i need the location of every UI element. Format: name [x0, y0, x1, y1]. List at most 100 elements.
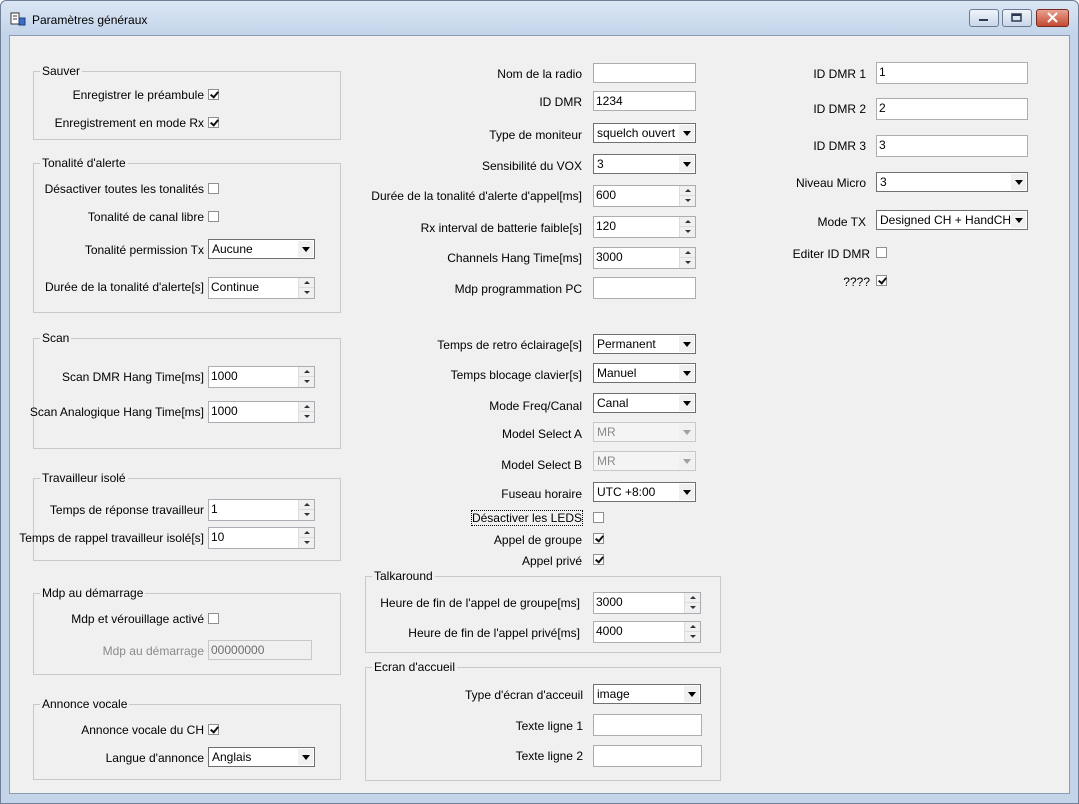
dmr-id3-label: ID DMR 3: [813, 139, 866, 153]
splash-type-dropdown[interactable]: image: [593, 684, 701, 704]
spin-up-icon[interactable]: [298, 402, 314, 412]
spin-up-icon[interactable]: [298, 528, 314, 538]
group-title: Annonce vocale: [40, 697, 130, 711]
monitor-type-dropdown[interactable]: squelch ouvert: [593, 123, 696, 143]
free-channel-tone-checkbox[interactable]: [208, 211, 219, 222]
tx-mode-dropdown[interactable]: Designed CH + HandCH: [876, 210, 1028, 230]
minimize-button[interactable]: [969, 9, 999, 27]
alert-duration-spinner[interactable]: Continue: [208, 277, 315, 299]
title-bar[interactable]: Paramètres généraux: [1, 1, 1078, 35]
model-a-dropdown[interactable]: MR: [593, 422, 696, 442]
maximize-button[interactable]: [1002, 9, 1032, 27]
group-call-checkbox[interactable]: [593, 533, 604, 544]
scan-analog-spinner[interactable]: 1000: [208, 401, 315, 423]
spin-up-icon[interactable]: [679, 248, 695, 258]
spin-down-icon[interactable]: [298, 510, 314, 520]
disable-tones-checkbox[interactable]: [208, 183, 219, 194]
voice-lang-dropdown[interactable]: Anglais: [208, 747, 315, 767]
pc-pwd-input[interactable]: [593, 277, 696, 299]
spin-down-icon[interactable]: [298, 377, 314, 387]
disable-leds-checkbox[interactable]: [593, 512, 604, 523]
radio-name-input[interactable]: [593, 63, 696, 83]
alert-duration-value: Continue: [211, 280, 260, 294]
scan-dmr-spinner[interactable]: 1000: [208, 366, 315, 388]
chevron-down-icon: [679, 156, 694, 172]
private-call-end-spinner[interactable]: 4000: [593, 621, 701, 643]
group-sauver: Sauver Enregistrer le préambule Enregist…: [33, 64, 341, 140]
monitor-type-value: squelch ouvert: [597, 126, 676, 140]
spin-down-icon[interactable]: [298, 288, 314, 298]
model-b-dropdown[interactable]: MR: [593, 451, 696, 471]
spin-down-icon[interactable]: [298, 412, 314, 422]
spin-down-icon[interactable]: [684, 603, 700, 613]
startup-pwd-label: Mdp au démarrage: [102, 644, 204, 658]
chevron-down-icon: [679, 453, 694, 469]
group-title: Scan: [40, 331, 72, 345]
worker-response-label: Temps de réponse travailleur: [49, 503, 204, 517]
chevron-down-icon: [679, 395, 694, 411]
timezone-label: Fuseau horaire: [501, 487, 582, 501]
chevron-down-icon: [679, 365, 694, 381]
unknown-option-checkbox[interactable]: [876, 275, 887, 286]
dmr-id3-input[interactable]: 3: [876, 135, 1028, 157]
worker-response-spinner[interactable]: 1: [208, 499, 315, 521]
dmr-id1-input[interactable]: 1: [876, 62, 1028, 84]
channel-hang-spinner[interactable]: 3000: [593, 247, 696, 269]
vox-sensitivity-dropdown[interactable]: 3: [593, 154, 696, 174]
rx-record-checkbox[interactable]: [208, 117, 219, 128]
mic-level-dropdown[interactable]: 3: [876, 172, 1028, 192]
spin-up-icon[interactable]: [298, 500, 314, 510]
keylock-value: Manuel: [597, 366, 637, 380]
call-tone-duration-spinner[interactable]: 600: [593, 185, 696, 207]
dmr-id2-input[interactable]: 2: [876, 98, 1028, 120]
spin-up-icon[interactable]: [679, 186, 695, 196]
backlight-dropdown[interactable]: Permanent: [593, 334, 696, 354]
startup-pwd-input[interactable]: 00000000: [208, 640, 312, 660]
tx-permit-tone-value: Aucune: [212, 242, 253, 256]
keylock-dropdown[interactable]: Manuel: [593, 363, 696, 383]
scan-analog-value: 1000: [211, 404, 238, 418]
worker-reminder-label: Temps de rappel travailleur isolé[s]: [19, 531, 204, 545]
spin-up-icon[interactable]: [684, 593, 700, 603]
chevron-down-icon: [1011, 212, 1026, 228]
free-channel-tone-label: Tonalité de canal libre: [87, 210, 204, 224]
freq-mode-dropdown[interactable]: Canal: [593, 393, 696, 413]
private-call-checkbox[interactable]: [593, 554, 604, 565]
spin-up-icon[interactable]: [679, 217, 695, 227]
backlight-value: Permanent: [597, 337, 656, 351]
group-title: Mdp au démarrage: [40, 586, 146, 600]
spin-up-icon[interactable]: [298, 367, 314, 377]
group-title: Talkaround: [372, 569, 435, 583]
worker-reminder-spinner[interactable]: 10: [208, 527, 315, 549]
group-call-end-spinner[interactable]: 3000: [593, 592, 701, 614]
group-ecran: Ecran d'accueil Type d'écran d'acceuil i…: [365, 660, 721, 781]
spin-down-icon[interactable]: [679, 227, 695, 237]
group-title: Travailleur isolé: [40, 471, 128, 485]
battery-interval-spinner[interactable]: 120: [593, 216, 696, 238]
lock-checkbox[interactable]: [208, 613, 219, 624]
dmr-id-input[interactable]: 1234: [593, 91, 696, 111]
chevron-down-icon: [1011, 174, 1026, 190]
battery-interval-label: Rx interval de batterie faible[s]: [420, 221, 582, 235]
chevron-down-icon: [679, 336, 694, 352]
voice-ch-checkbox[interactable]: [208, 724, 219, 735]
edit-dmr-checkbox[interactable]: [876, 247, 887, 258]
chevron-down-icon: [679, 424, 694, 440]
dmr-id2-label: ID DMR 2: [813, 102, 866, 116]
spin-down-icon[interactable]: [679, 258, 695, 268]
spin-down-icon[interactable]: [298, 538, 314, 548]
spin-down-icon[interactable]: [679, 196, 695, 206]
close-button[interactable]: [1036, 9, 1069, 27]
preamble-checkbox[interactable]: [208, 89, 219, 100]
group-title: Tonalité d'alerte: [40, 156, 128, 170]
timezone-dropdown[interactable]: UTC +8:00: [593, 482, 696, 502]
voice-lang-value: Anglais: [212, 750, 252, 764]
vox-sensitivity-value: 3: [597, 157, 604, 171]
spin-up-icon[interactable]: [684, 622, 700, 632]
text-line1-input[interactable]: [593, 714, 702, 736]
client-area: Sauver Enregistrer le préambule Enregist…: [9, 35, 1070, 794]
spin-down-icon[interactable]: [684, 632, 700, 642]
tx-permit-tone-dropdown[interactable]: Aucune: [208, 239, 315, 259]
text-line2-input[interactable]: [593, 745, 702, 767]
spin-up-icon[interactable]: [298, 278, 314, 288]
